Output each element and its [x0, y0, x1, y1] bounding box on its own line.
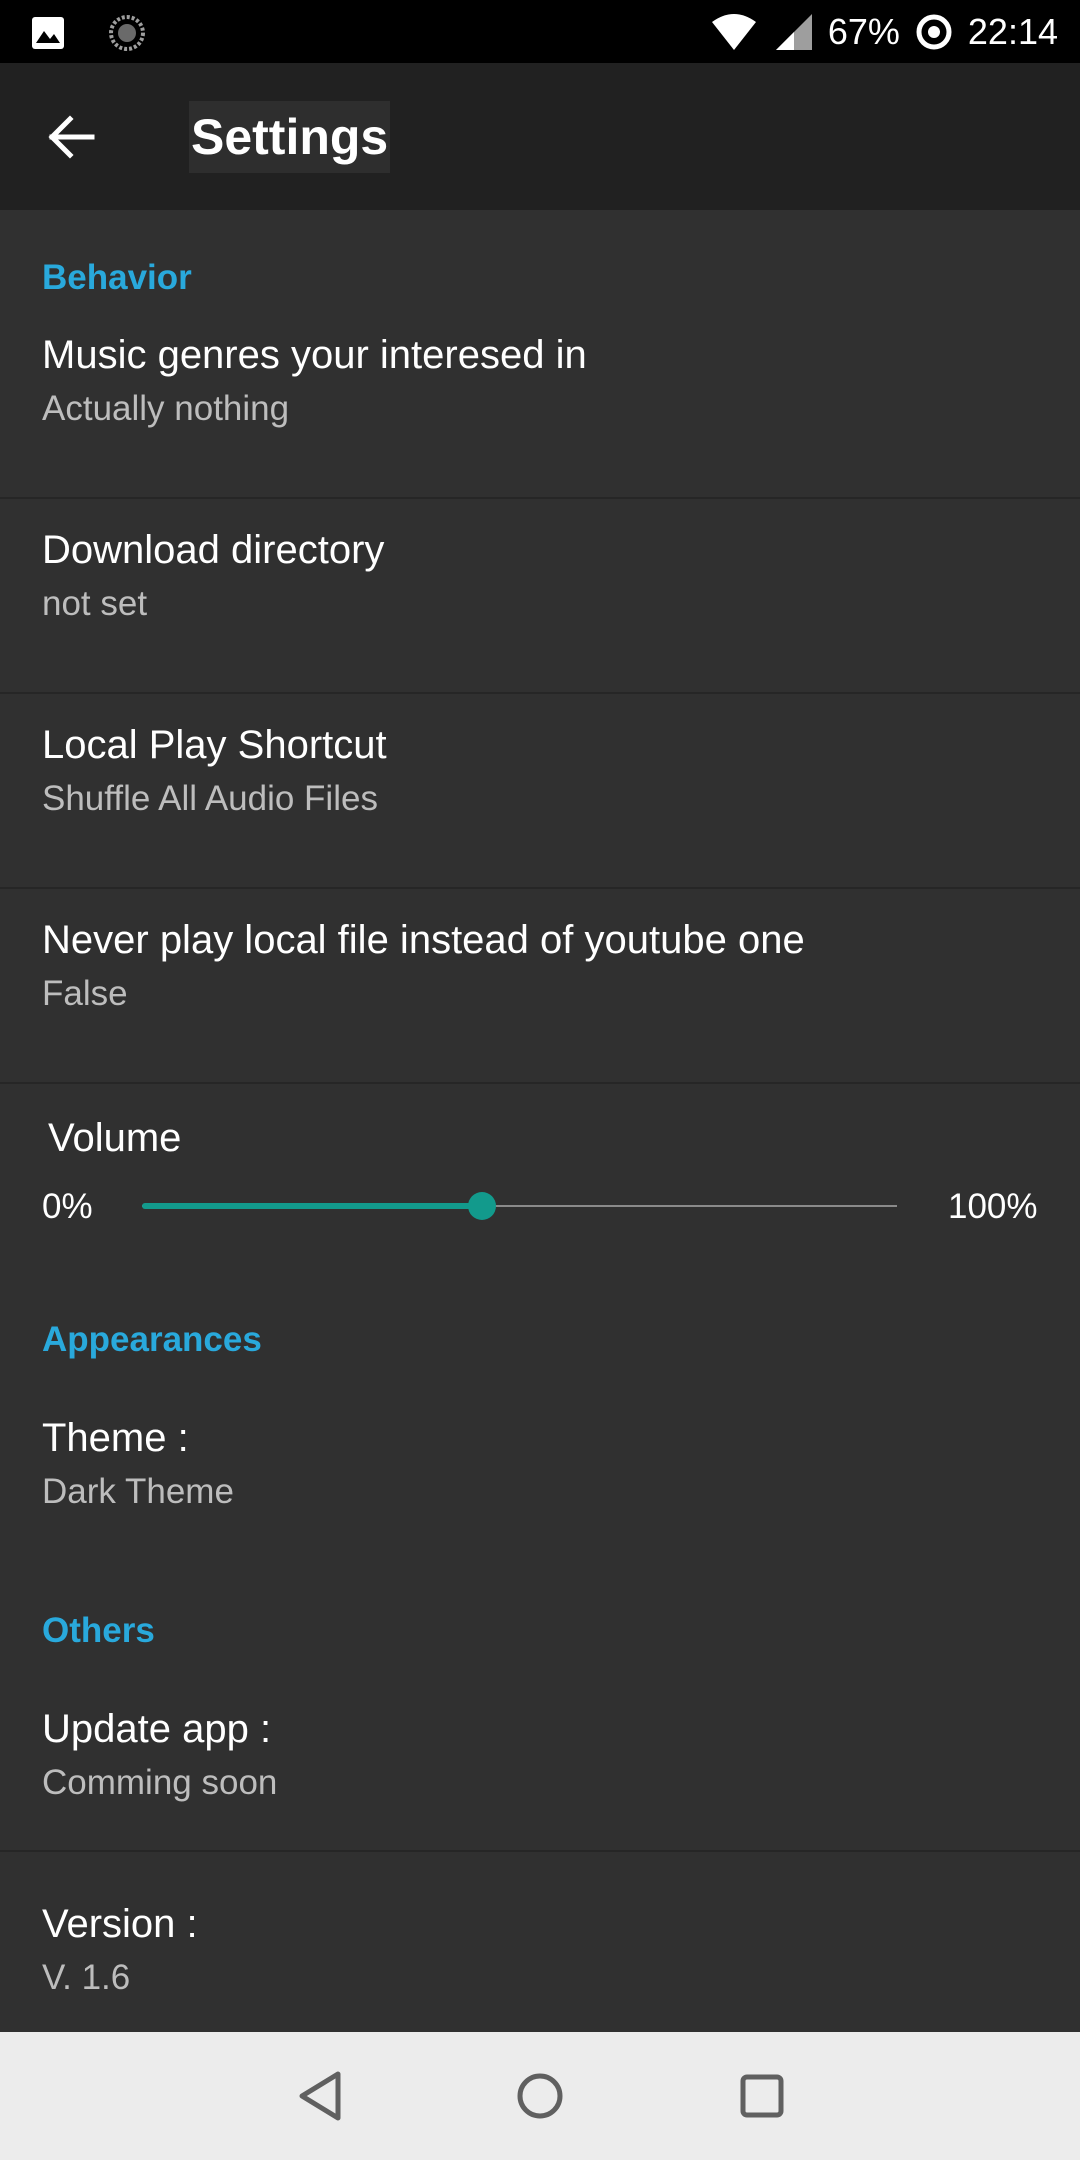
divider: [0, 887, 1080, 889]
volume-slider[interactable]: [142, 1186, 897, 1226]
nav-recents-button[interactable]: [726, 2060, 798, 2132]
pref-title: Local Play Shortcut: [42, 723, 387, 767]
square-recents-icon: [740, 2074, 784, 2118]
pref-summary: V. 1.6: [42, 1958, 131, 1997]
pref-title: Never play local file instead of youtube…: [42, 918, 805, 962]
navigation-bar: [0, 2032, 1080, 2160]
pref-title: Update app :: [42, 1707, 272, 1751]
sync-notification-icon: [109, 15, 145, 51]
pref-title: Version :: [42, 1902, 198, 1946]
pref-summary: Shuffle All Audio Files: [42, 779, 378, 818]
status-bar: 67% 22:14: [0, 0, 1080, 63]
page-title: Settings: [189, 101, 391, 173]
volume-title: Volume: [48, 1116, 182, 1160]
pref-summary: not set: [42, 584, 148, 623]
pref-theme[interactable]: Theme : Dark Theme: [0, 1416, 1080, 1550]
slider-thumb[interactable]: [467, 1192, 496, 1220]
image-notification-icon: [32, 17, 64, 49]
volume-max-label: 100%: [948, 1187, 1038, 1226]
divider: [0, 1082, 1080, 1084]
pref-summary: Dark Theme: [42, 1472, 234, 1511]
pref-music-genres[interactable]: Music genres your interesed in Actually …: [0, 333, 1080, 467]
divider: [0, 1850, 1080, 1852]
battery-icon: [916, 14, 952, 49]
pref-never-play-local[interactable]: Never play local file instead of youtube…: [0, 918, 1080, 1052]
settings-list: Behavior Music genres your interesed in …: [0, 210, 1080, 2032]
section-header-others: Others: [42, 1611, 155, 1650]
circle-home-icon: [517, 2073, 563, 2119]
divider: [0, 497, 1080, 499]
back-button[interactable]: [44, 111, 104, 163]
triangle-back-icon: [299, 2071, 341, 2121]
pref-summary: Comming soon: [42, 1763, 278, 1802]
section-header-appearances: Appearances: [42, 1320, 262, 1359]
pref-update-app[interactable]: Update app : Comming soon: [0, 1707, 1080, 1841]
volume-min-label: 0%: [42, 1187, 93, 1226]
pref-title: Theme :: [42, 1416, 189, 1460]
pref-title: Download directory: [42, 528, 385, 572]
pref-summary: Actually nothing: [42, 389, 290, 428]
pref-local-play-shortcut[interactable]: Local Play Shortcut Shuffle All Audio Fi…: [0, 723, 1080, 857]
app-bar: Settings: [0, 63, 1080, 210]
pref-title: Music genres your interesed in: [42, 333, 587, 377]
pref-download-directory[interactable]: Download directory not set: [0, 528, 1080, 662]
divider: [0, 692, 1080, 694]
arrow-back-icon: [48, 115, 95, 159]
battery-percent: 67%: [827, 10, 900, 52]
pref-summary: False: [42, 974, 128, 1013]
nav-home-button[interactable]: [504, 2060, 576, 2132]
nav-back-button[interactable]: [284, 2060, 356, 2132]
wifi-icon: [711, 13, 756, 50]
section-header-behavior: Behavior: [42, 258, 192, 297]
cell-signal-icon: [775, 13, 812, 50]
pref-version[interactable]: Version : V. 1.6: [0, 1902, 1080, 2032]
clock: 22:14: [967, 10, 1058, 52]
slider-fill: [142, 1203, 482, 1209]
